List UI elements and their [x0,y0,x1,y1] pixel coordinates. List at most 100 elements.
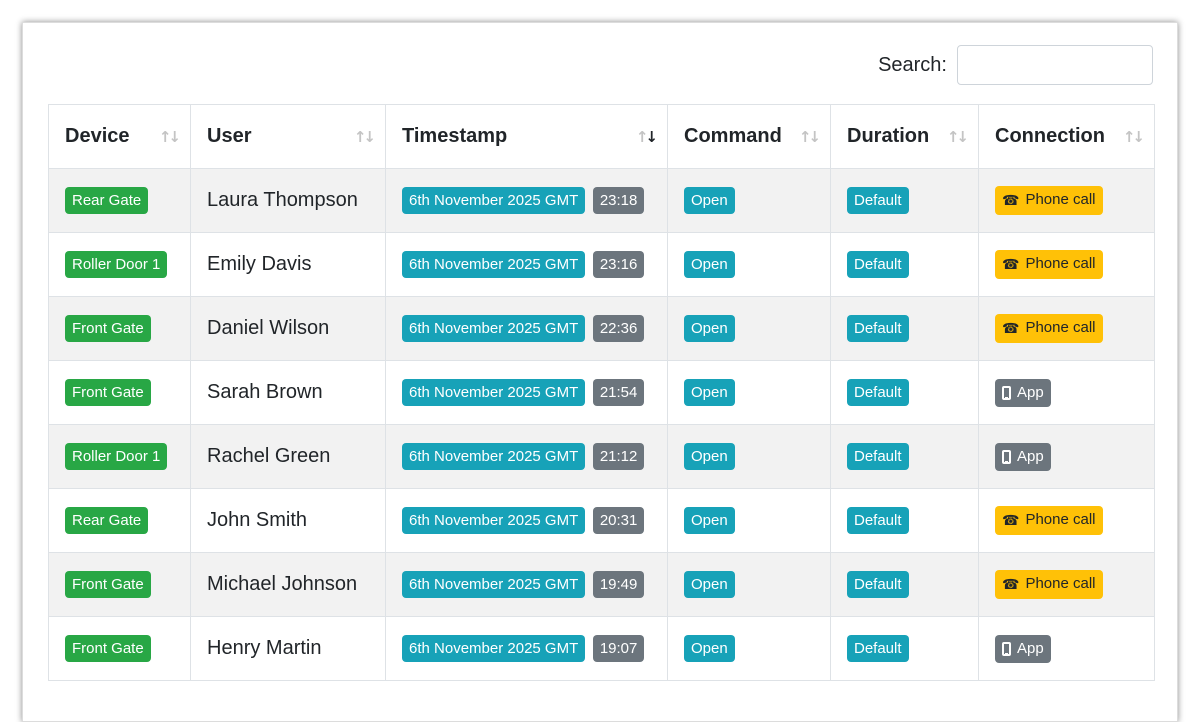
device-cell: Front Gate [48,296,191,361]
device-badge: Front Gate [65,635,151,662]
column-header-timestamp[interactable]: Timestamp ↑↓ [385,104,668,169]
user-name: Michael Johnson [207,573,358,595]
timestamp-cell: 6th November 2025 GMT 22:36 [385,296,668,361]
table-row[interactable]: Front Gate Daniel Wilson 6th November 2025… [48,296,1155,361]
column-header-label: Duration [847,125,930,147]
duration-badge: Default [847,251,909,278]
command-badge: Open [684,251,735,278]
command-cell: Open [667,232,831,297]
duration-badge: Default [847,379,909,406]
phone-icon: ☎ [1002,193,1020,209]
column-header-device[interactable]: Device ↑↓ [48,104,191,169]
date-badge: 6th November 2025 GMT [402,251,586,278]
user-name: John Smith [207,509,308,531]
connection-label: Phone call [1025,319,1096,336]
table-row[interactable]: Front Gate Sarah Brown 6th November 2025 G… [48,360,1155,425]
phone-icon: ☎ [1002,257,1020,273]
connection-label: App [1017,447,1044,465]
sort-icon[interactable]: ↑↓ [159,128,181,146]
command-cell: Open [667,168,831,233]
date-badge: 6th November 2025 GMT [402,379,586,406]
table-row[interactable]: Roller Door 1 Emily Davis 6th November 202… [48,232,1155,297]
command-badge: Open [684,443,735,470]
sort-icon[interactable]: ↑↓ [947,128,969,146]
user-name: Rachel Green [207,445,331,467]
duration-cell: Default [830,552,979,617]
duration-cell: Default [830,360,979,425]
command-cell: Open [667,296,831,361]
timestamp-cell: 6th November 2025 GMT 21:12 [385,424,668,489]
column-header-label: Timestamp [402,125,508,147]
timestamp-cell: 6th November 2025 GMT 20:31 [385,488,668,553]
user-cell: Sarah Brown [190,360,386,425]
device-badge: Front Gate [65,315,151,342]
user-name: Sarah Brown [207,381,323,403]
device-cell: Rear Gate [48,168,191,233]
column-header-label: User [207,125,252,147]
date-badge: 6th November 2025 GMT [402,187,586,214]
command-cell: Open [667,488,831,553]
connection-badge: App [995,442,1051,471]
device-cell: Front Gate [48,552,191,617]
command-badge: Open [684,315,735,342]
device-badge: Front Gate [65,571,151,598]
sort-icon[interactable]: ↑↓ [1123,128,1145,146]
command-badge: Open [684,187,735,214]
command-badge: Open [684,635,735,662]
command-cell: Open [667,424,831,489]
user-cell: Rachel Green [190,424,386,489]
timestamp-cell: 6th November 2025 GMT 19:07 [385,616,668,681]
sort-icon[interactable]: ↑↓ [354,128,376,146]
search-label: Search: [878,53,947,76]
search-bar: Search: [878,45,1153,85]
connection-badge: ☎ Phone call [995,250,1103,279]
table-row[interactable]: Rear Gate Laura Thompson 6th November 2025… [48,168,1155,233]
column-header-command[interactable]: Command ↑↓ [667,104,831,169]
connection-badge: ☎ Phone call [995,570,1103,599]
connection-cell: ☎ Phone call [978,232,1155,297]
device-badge: Rear Gate [65,187,149,214]
sort-descending-icon[interactable]: ↑↓ [636,128,658,146]
time-badge: 21:54 [592,379,645,406]
date-badge: 6th November 2025 GMT [402,315,586,342]
time-badge: 23:16 [592,251,645,278]
date-badge: 6th November 2025 GMT [402,507,586,534]
date-badge: 6th November 2025 GMT [402,571,586,598]
user-name: Daniel Wilson [207,317,330,339]
user-cell: Henry Martin [190,616,386,681]
duration-cell: Default [830,424,979,489]
timestamp-cell: 6th November 2025 GMT 19:49 [385,552,668,617]
date-badge: 6th November 2025 GMT [402,635,586,662]
duration-badge: Default [847,507,909,534]
column-header-connection[interactable]: Connection ↑↓ [978,104,1155,169]
device-badge: Roller Door 1 [65,251,168,278]
time-badge: 20:31 [592,507,645,534]
connection-cell: ☎ Phone call [978,552,1155,617]
device-badge: Front Gate [65,379,151,406]
table-row[interactable]: Rear Gate John Smith 6th November 2025 GMT… [48,488,1155,553]
time-badge: 19:49 [592,571,645,598]
column-header-user[interactable]: User ↑↓ [190,104,386,169]
table-row[interactable]: Front Gate Henry Martin 6th November 2025 … [48,616,1155,681]
timestamp-cell: 6th November 2025 GMT 21:54 [385,360,668,425]
table-row[interactable]: Front Gate Michael Johnson 6th November 20… [48,552,1155,617]
connection-label: Phone call [1025,511,1096,528]
device-cell: Roller Door 1 [48,424,191,489]
user-cell: John Smith [190,488,386,553]
search-input[interactable] [957,45,1153,85]
connection-label: Phone call [1025,191,1096,208]
access-log-table: Device ↑↓ User ↑↓ Timestamp ↑↓ Command ↑… [48,104,1155,681]
device-cell: Front Gate [48,360,191,425]
column-header-duration[interactable]: Duration ↑↓ [830,104,979,169]
connection-label: Phone call [1025,255,1096,272]
column-header-label: Connection [995,125,1105,147]
duration-cell: Default [830,232,979,297]
sort-icon[interactable]: ↑↓ [799,128,821,146]
table-row[interactable]: Roller Door 1 Rachel Green 6th November 20… [48,424,1155,489]
timestamp-cell: 6th November 2025 GMT 23:18 [385,168,668,233]
user-name: Emily Davis [207,253,312,275]
command-cell: Open [667,616,831,681]
date-badge: 6th November 2025 GMT [402,443,586,470]
connection-cell: App [978,616,1155,681]
user-cell: Daniel Wilson [190,296,386,361]
